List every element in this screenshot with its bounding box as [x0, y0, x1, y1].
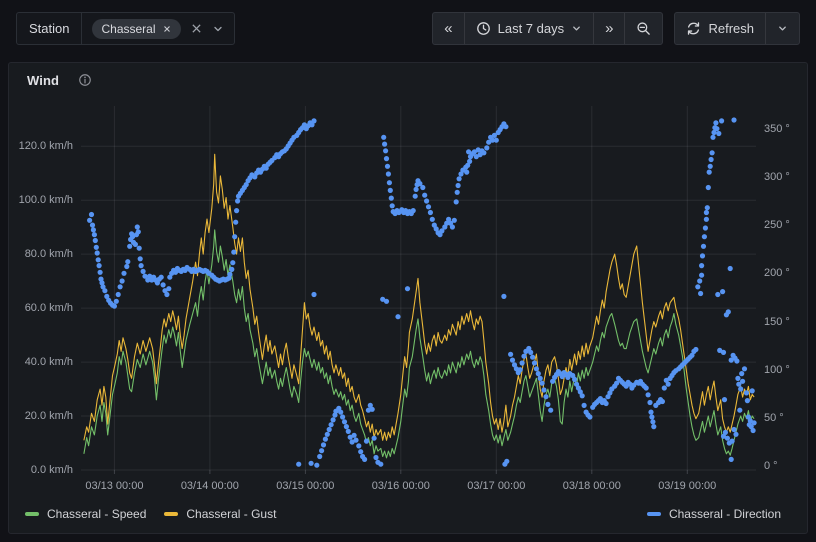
clear-selection-icon[interactable] — [190, 22, 203, 35]
remove-station-icon[interactable] — [162, 24, 172, 34]
time-shift-back-button[interactable]: « — [433, 13, 463, 44]
y-left-tick: 20.0 km/h — [9, 408, 73, 424]
zoom-out-icon — [636, 21, 651, 36]
time-shift-forward-button[interactable]: » — [593, 13, 624, 44]
station-chip[interactable]: Chasseral — [92, 19, 180, 39]
refresh-group: Refresh — [674, 12, 800, 45]
y-right-tick: 100 ° — [764, 362, 808, 378]
y-right-tick: 200 ° — [764, 265, 808, 281]
y-left-tick: 80.0 km/h — [9, 246, 73, 262]
time-range-picker-button[interactable]: Last 7 days — [464, 13, 594, 44]
y-right-tick: 50 ° — [764, 410, 808, 426]
y-right-tick: 250 ° — [764, 217, 808, 233]
x-axis-tick: 03/16 00:00 — [356, 478, 446, 494]
y-right-tick: 350 ° — [764, 121, 808, 137]
refresh-interval-dropdown[interactable] — [765, 13, 799, 44]
wind-chart: 0.0 km/h 20.0 km/h 40.0 km/h 60.0 km/h 80.0 … — [9, 63, 807, 533]
y-left-tick: 120.0 km/h — [9, 138, 73, 154]
legend-left: Chasseral - Speed Chasseral - Gust — [25, 504, 276, 524]
dashboard-toolbar: Station Chasseral « — [0, 0, 816, 57]
gust-series-swatch — [164, 512, 178, 516]
clock-icon — [476, 21, 491, 36]
chevron-down-icon[interactable] — [212, 23, 224, 35]
station-chip-label: Chasseral — [101, 22, 155, 36]
station-variable-filter[interactable]: Station Chasseral — [16, 12, 235, 45]
zoom-out-button[interactable] — [624, 13, 662, 44]
time-picker-group: « Last 7 days » — [432, 12, 663, 45]
x-axis-tick: 03/15 00:00 — [260, 478, 350, 494]
y-left-tick: 60.0 km/h — [9, 300, 73, 316]
chevron-down-icon — [571, 23, 582, 34]
legend-item-direction[interactable]: Chasseral - Direction — [647, 504, 781, 524]
station-variable-value[interactable]: Chasseral — [82, 13, 233, 44]
refresh-icon — [686, 21, 701, 36]
y-left-tick: 100.0 km/h — [9, 192, 73, 208]
grafana-dashboard: Station Chasseral « — [0, 0, 816, 542]
x-axis-tick: 03/14 00:00 — [165, 478, 255, 494]
time-range-label: Last 7 days — [498, 21, 565, 36]
y-right-tick: 0 ° — [764, 458, 808, 474]
y-right-tick: 150 ° — [764, 314, 808, 330]
x-axis-tick: 03/13 00:00 — [69, 478, 159, 494]
x-axis-tick: 03/18 00:00 — [547, 478, 637, 494]
plot-canvas[interactable] — [81, 106, 756, 470]
y-right-tick: 300 ° — [764, 169, 808, 185]
direction-series-swatch — [647, 512, 661, 516]
y-left-tick: 0.0 km/h — [9, 462, 73, 478]
legend-label-direction: Chasseral - Direction — [669, 507, 781, 521]
wind-panel: Wind 0.0 km/h20.0 km/h40.0 km/h60.0 km/h… — [8, 62, 808, 534]
legend-item-gust[interactable]: Chasseral - Gust — [164, 507, 276, 521]
double-chevron-left-icon: « — [444, 21, 452, 36]
x-axis-tick: 03/19 00:00 — [642, 478, 732, 494]
double-chevron-right-icon: » — [605, 21, 613, 36]
x-axis-tick: 03/17 00:00 — [451, 478, 541, 494]
chevron-down-icon — [777, 23, 788, 34]
y-left-tick: 40.0 km/h — [9, 354, 73, 370]
refresh-label: Refresh — [708, 21, 754, 36]
legend: Chasseral - Speed Chasseral - Gust Chass… — [9, 504, 807, 526]
legend-item-speed[interactable]: Chasseral - Speed — [25, 507, 146, 521]
speed-series-swatch — [25, 512, 39, 516]
station-variable-label: Station — [17, 13, 82, 44]
refresh-button[interactable]: Refresh — [675, 13, 765, 44]
legend-label-speed: Chasseral - Speed — [47, 507, 146, 521]
legend-label-gust: Chasseral - Gust — [186, 507, 276, 521]
time-controls: « Last 7 days » — [432, 12, 800, 45]
